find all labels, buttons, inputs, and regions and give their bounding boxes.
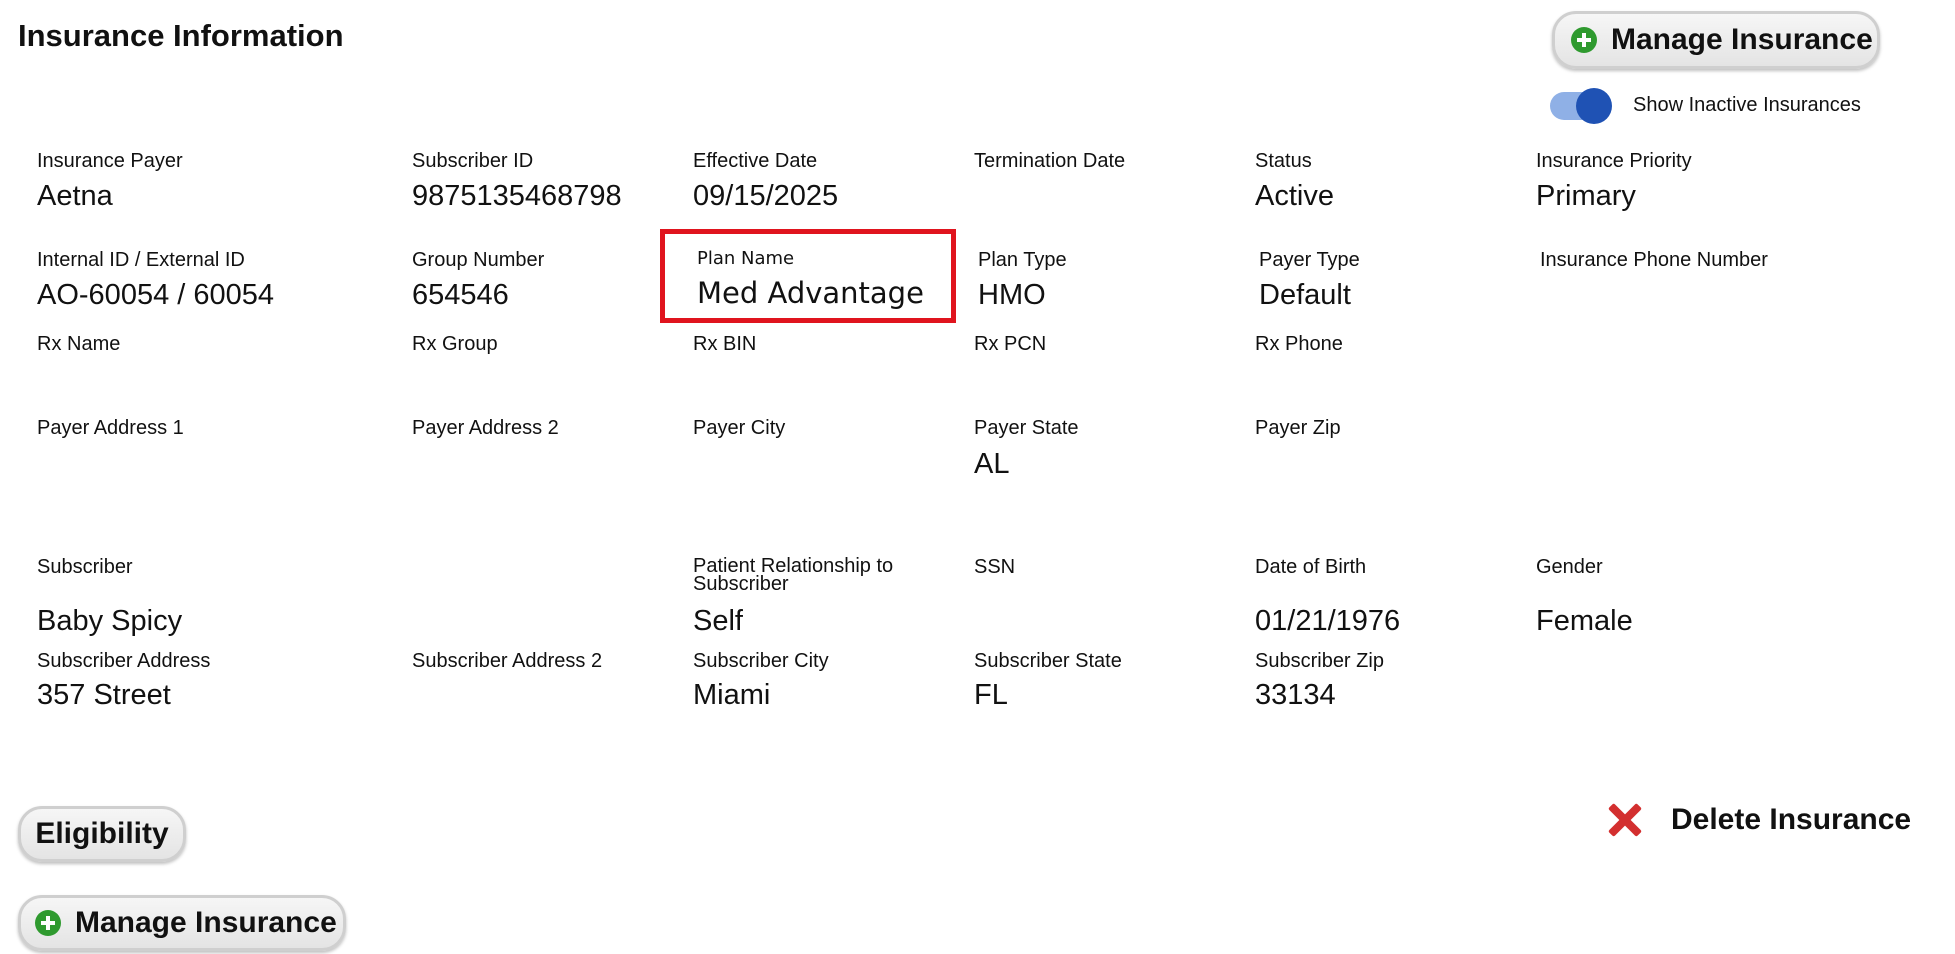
group-number-label: Group Number [412,249,545,271]
manage-insurance-button-bottom[interactable]: Manage Insurance [18,895,346,951]
show-inactive-toggle[interactable] [1550,88,1612,124]
manage-insurance-label: Manage Insurance [1611,23,1873,56]
effective-date-label: Effective Date [693,150,818,172]
subscriber-state-label: Subscriber State [974,650,1122,672]
subscriber-zip-label: Subscriber Zip [1255,650,1384,672]
delete-x-icon [1605,800,1645,840]
rx-pcn-label: Rx PCN [974,333,1047,355]
payer-state-label: Payer State [974,417,1079,439]
insurance-priority-label: Insurance Priority [1536,150,1692,172]
plus-circle-icon [35,910,61,936]
payer-state-value: AL [974,448,1010,480]
subscriber-zip-value: 33134 [1255,679,1336,711]
insurance-priority-value: Primary [1536,180,1636,212]
status-value: Active [1255,180,1334,212]
internal-external-id-value: AO-60054 / 60054 [37,279,275,311]
plan-name-label: Plan Name [697,248,795,269]
subscriber-id-label: Subscriber ID [412,150,534,172]
date-of-birth-label: Date of Birth [1255,556,1367,578]
eligibility-button[interactable]: Eligibility [18,806,186,862]
patient-relationship-label: Patient Relationship to Subscriber [693,555,894,595]
date-of-birth-value: 01/21/1976 [1255,605,1401,637]
subscriber-label: Subscriber [37,556,133,578]
subscriber-city-value: Miami [693,679,771,711]
manage-insurance-button[interactable]: Manage Insurance [1552,11,1880,69]
subscriber-city-label: Subscriber City [693,650,829,672]
payer-type-label: Payer Type [1259,249,1360,271]
ssn-label: SSN [974,556,1016,578]
delete-insurance-button[interactable]: Delete Insurance [1605,800,1911,840]
payer-city-label: Payer City [693,417,786,439]
toggle-knob [1576,88,1612,124]
plus-circle-icon [1571,27,1597,53]
internal-external-id-label: Internal ID / External ID [37,249,245,271]
plan-type-value: HMO [978,279,1046,311]
subscriber-address-label: Subscriber Address [37,650,211,672]
page-title: Insurance Information [18,18,344,53]
plan-type-label: Plan Type [978,249,1067,271]
gender-label: Gender [1536,556,1603,578]
payer-type-value: Default [1259,279,1351,311]
group-number-value: 654546 [412,279,509,311]
rx-name-label: Rx Name [37,333,121,355]
effective-date-value: 09/15/2025 [693,180,839,212]
patient-relationship-value: Self [693,605,743,637]
eligibility-label: Eligibility [35,817,169,850]
payer-address-2-label: Payer Address 2 [412,417,559,439]
payer-address-1-label: Payer Address 1 [37,417,184,439]
rx-bin-label: Rx BIN [693,333,757,355]
insurance-payer-value: Aetna [37,180,113,212]
manage-insurance-label: Manage Insurance [75,906,337,939]
rx-group-label: Rx Group [412,333,498,355]
plan-name-value: Med Advantage [697,276,924,310]
subscriber-value: Baby Spicy [37,605,183,637]
status-label: Status [1255,150,1312,172]
subscriber-address-value: 357 Street [37,679,171,711]
subscriber-address-2-label: Subscriber Address 2 [412,650,603,672]
payer-zip-label: Payer Zip [1255,417,1341,439]
insurance-phone-label: Insurance Phone Number [1540,249,1768,271]
show-inactive-label: Show Inactive Insurances [1633,94,1861,116]
termination-date-label: Termination Date [974,150,1126,172]
insurance-payer-label: Insurance Payer [37,150,183,172]
rx-phone-label: Rx Phone [1255,333,1343,355]
subscriber-state-value: FL [974,679,1008,711]
gender-value: Female [1536,605,1633,637]
delete-insurance-label: Delete Insurance [1671,803,1912,836]
subscriber-id-value: 9875135468798 [412,180,622,212]
